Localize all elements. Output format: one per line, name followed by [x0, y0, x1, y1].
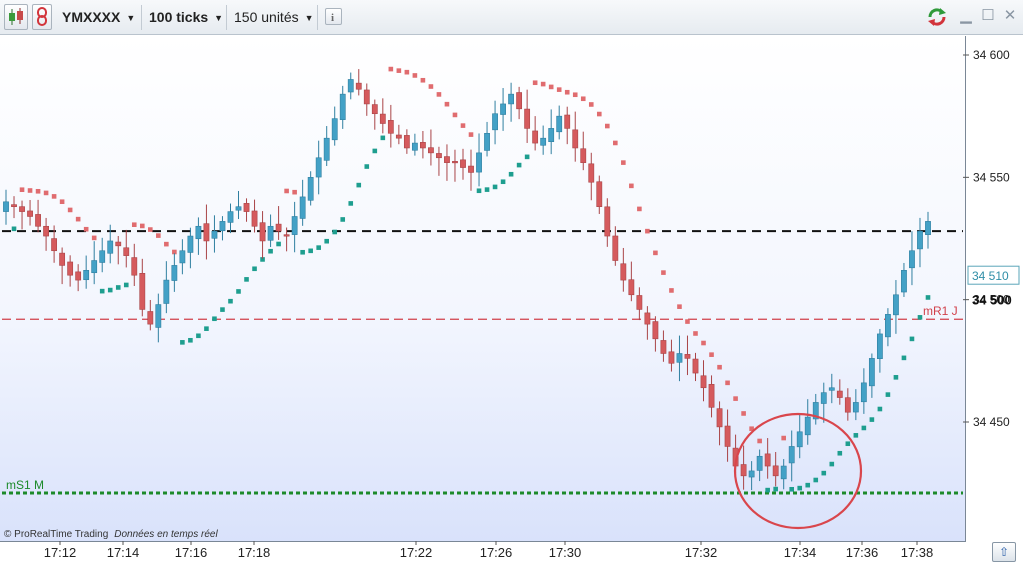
- maximize-icon[interactable]: ☐: [980, 8, 996, 24]
- time-axis: [0, 541, 966, 565]
- refresh-arrows-icon: [928, 8, 946, 26]
- units-label: 150 unités: [234, 9, 299, 25]
- tick-mode-label: 100 ticks: [149, 9, 209, 25]
- price-chart-area[interactable]: [0, 36, 966, 541]
- chevron-down-icon: ▼: [214, 12, 224, 23]
- tick-mode-selector[interactable]: 100 ticks ▼: [143, 5, 227, 30]
- info-icon: i: [331, 12, 334, 24]
- units-selector[interactable]: 150 unités ▼: [228, 5, 318, 30]
- scroll-to-end-icon: ⇧: [998, 545, 1010, 559]
- chevron-down-icon: ▼: [126, 12, 136, 23]
- close-icon[interactable]: ✕: [1002, 8, 1018, 24]
- info-button[interactable]: i: [325, 8, 342, 25]
- refresh-button[interactable]: [926, 6, 948, 28]
- minimize-icon[interactable]: ▁: [958, 8, 974, 24]
- candlestick-icon: [9, 8, 23, 25]
- symbol-selector[interactable]: YMXXXX ▼: [56, 5, 142, 30]
- candlestick-type-button[interactable]: [4, 4, 28, 30]
- link-chain-button[interactable]: [32, 4, 52, 30]
- chevron-down-icon: ▼: [304, 12, 314, 23]
- price-axis: [966, 36, 1023, 541]
- chain-link-icon: [37, 7, 47, 26]
- chart-toolbar: YMXXXX ▼ 100 ticks ▼ 150 unités ▼ i ▁ ☐ ✕: [0, 0, 1023, 35]
- svg-text:i: i: [331, 12, 334, 24]
- scroll-to-end-button[interactable]: ⇧: [992, 542, 1016, 562]
- symbol-label: YMXXXX: [62, 9, 121, 25]
